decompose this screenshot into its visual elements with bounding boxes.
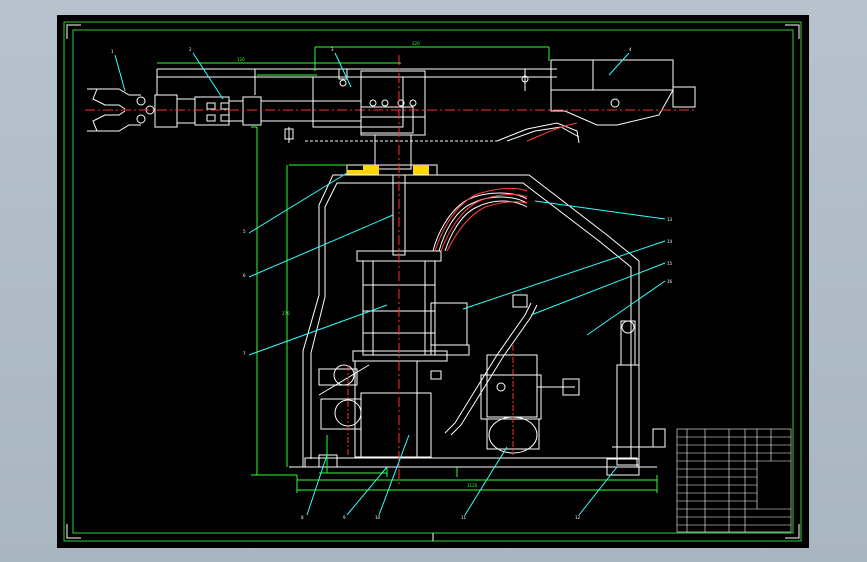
- part-label: 12: [575, 515, 581, 520]
- part-label: 1: [111, 49, 114, 54]
- column-head: [346, 70, 438, 176]
- part-label: 15: [667, 261, 673, 266]
- leader-lines: [114, 52, 666, 516]
- part-label: 11: [461, 515, 467, 520]
- wire-bundle: [434, 122, 578, 252]
- part-label: 9: [343, 515, 346, 520]
- arm-assembly: [87, 59, 696, 144]
- highlight-pads: [347, 165, 429, 175]
- title-block: [676, 428, 792, 533]
- dim-label: 1120: [467, 483, 478, 488]
- part-label: 5: [243, 229, 246, 234]
- part-label: 3: [331, 47, 334, 52]
- base-housing: [289, 174, 666, 476]
- dimension-lines: [157, 46, 658, 493]
- cad-drawing: 220 120 270 1120 1 2 3 4 5 6 7 8 9 10 11…: [63, 21, 802, 542]
- part-label: 8: [301, 515, 304, 520]
- part-label: 7: [243, 351, 246, 356]
- cad-viewport[interactable]: 220 120 270 1120 1 2 3 4 5 6 7 8 9 10 11…: [0, 0, 867, 562]
- part-label: 13: [667, 217, 673, 222]
- part-label: 4: [629, 47, 632, 52]
- dim-label: 120: [237, 57, 245, 62]
- outer-frame: [63, 21, 802, 542]
- part-label: 10: [375, 515, 381, 520]
- dim-label: 270: [282, 311, 290, 316]
- part-label: 6: [243, 273, 246, 278]
- drawing-sheet: 220 120 270 1120 1 2 3 4 5 6 7 8 9 10 11…: [57, 15, 809, 548]
- dim-label: 220: [412, 41, 420, 46]
- part-label: 14: [667, 239, 673, 244]
- part-label: 2: [189, 47, 192, 52]
- part-label: 16: [667, 279, 673, 284]
